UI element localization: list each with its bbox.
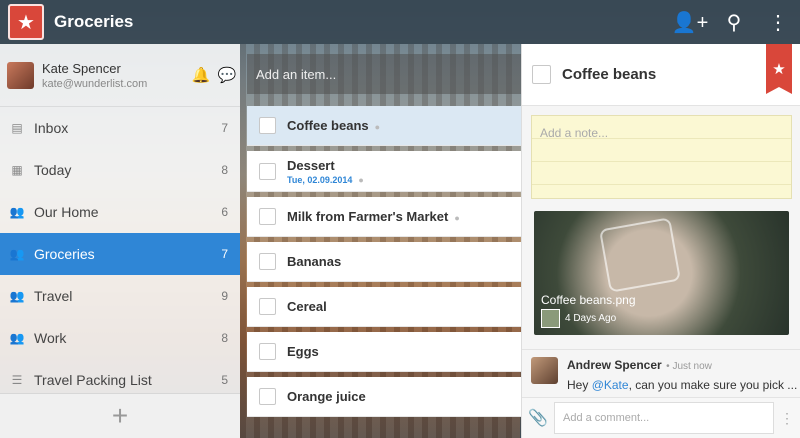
task-title: Coffee beans	[287, 118, 369, 133]
user-name: Kate Spencer	[42, 60, 121, 76]
mention-link[interactable]: @Kate	[592, 378, 629, 392]
bell-icon[interactable]: 🔔	[188, 66, 214, 84]
sidebar-item-travel[interactable]: 👥 Travel 9	[0, 275, 240, 317]
sidebar-item-today[interactable]: ▦ Today 8	[0, 149, 240, 191]
task-checkbox[interactable]	[259, 117, 276, 134]
comment-body: Hey @Kate, can you make sure you pick ..…	[567, 378, 797, 392]
comment-text-prefix: Hey	[567, 378, 592, 392]
sidebar: Kate Spencer kate@wunderlist.com 🔔 💬 ▤ In…	[0, 44, 240, 438]
task-row[interactable]: Cereal	[247, 287, 522, 327]
sidebar-item-label: Our Home	[34, 204, 99, 220]
detail-pane: Coffee beans ★ Add a note... Coffee bean…	[521, 44, 800, 438]
detail-checkbox[interactable]	[532, 65, 551, 84]
task-row[interactable]: Eggs	[247, 332, 522, 372]
inbox-icon: ▤	[11, 121, 23, 135]
add-person-icon[interactable]: 👤+	[668, 10, 712, 35]
user-panel[interactable]: Kate Spencer kate@wunderlist.com 🔔 💬	[0, 44, 240, 107]
comment-input[interactable]	[554, 402, 774, 434]
top-bar: ★ Groceries 👤+ ⚲ ⋮	[0, 0, 800, 44]
shared-list-icon: 👥	[9, 289, 25, 303]
file-time: 4 Days Ago	[565, 313, 617, 324]
task-row[interactable]: Milk from Farmer's Market ●	[247, 197, 522, 237]
avatar	[7, 61, 34, 89]
sidebar-item-count: 8	[221, 331, 228, 345]
note-icon: ●	[454, 213, 460, 223]
sidebar-item-count: 7	[221, 247, 228, 261]
more-vertical-icon[interactable]: ⋮	[756, 10, 800, 35]
task-title: Eggs	[287, 344, 319, 359]
note-field[interactable]: Add a note...	[531, 115, 792, 199]
detail-title[interactable]: Coffee beans	[562, 66, 656, 83]
comment-bar: 📎 ⋮	[522, 397, 800, 438]
task-checkbox[interactable]	[259, 298, 276, 315]
detail-header: Coffee beans ★	[522, 44, 800, 106]
shared-list-icon: 👥	[9, 247, 25, 261]
task-checkbox[interactable]	[259, 208, 276, 225]
comment-item: Andrew Spencer • Just now Hey @Kate, can…	[522, 349, 800, 394]
sidebar-item-count: 9	[221, 289, 228, 303]
chat-bubble-icon[interactable]: 💬	[214, 66, 240, 84]
note-icon: ●	[358, 174, 364, 185]
sidebar-item-count: 7	[221, 121, 228, 135]
star-icon[interactable]: ★	[8, 4, 44, 40]
sidebar-item-label: Groceries	[34, 246, 95, 262]
comment-text-rest: , can you make sure you pick ...	[628, 378, 798, 392]
task-checkbox[interactable]	[259, 162, 276, 180]
task-due-date: Tue, 02.09.2014	[287, 174, 353, 185]
add-list-button[interactable]: +	[0, 393, 240, 438]
task-checkbox[interactable]	[259, 253, 276, 270]
comment-time: Just now	[672, 361, 712, 372]
file-preview-image	[598, 217, 682, 293]
add-item-input[interactable]	[247, 54, 522, 94]
page-title: Groceries	[54, 12, 134, 31]
user-email: kate@wunderlist.com	[42, 77, 148, 90]
sidebar-item-label: Travel	[34, 288, 73, 304]
task-title: Dessert	[287, 157, 335, 173]
avatar	[541, 309, 560, 328]
sidebar-item-label: Travel Packing List	[34, 372, 152, 388]
sidebar-item-label: Work	[34, 330, 67, 346]
sidebar-item-groceries[interactable]: 👥 Groceries 7	[0, 233, 240, 275]
star-icon[interactable]: ★	[766, 44, 792, 94]
task-title: Bananas	[287, 254, 342, 269]
task-checkbox[interactable]	[259, 388, 276, 405]
sidebar-item-label: Today	[34, 162, 72, 178]
paperclip-icon[interactable]: 📎	[522, 408, 554, 428]
task-row[interactable]: Dessert Tue, 02.09.2014 ●	[247, 151, 522, 192]
more-vertical-icon[interactable]: ⋮	[774, 410, 800, 427]
sidebar-item-count: 6	[221, 205, 228, 219]
sidebar-item-work[interactable]: 👥 Work 8	[0, 317, 240, 359]
note-icon: ●	[374, 122, 381, 132]
calendar-icon: ▦	[11, 163, 23, 177]
task-title: Cereal	[287, 299, 327, 314]
shared-list-icon: 👥	[9, 331, 25, 345]
file-attachment[interactable]: Coffee beans.png 4 Days Ago	[534, 211, 789, 335]
task-row[interactable]: Coffee beans ●	[247, 106, 522, 146]
shared-list-icon: 👥	[9, 205, 25, 219]
search-icon[interactable]: ⚲	[712, 10, 756, 35]
sidebar-item-count: 8	[221, 163, 228, 177]
task-title: Milk from Farmer's Market	[287, 209, 449, 224]
sidebar-item-count: 5	[221, 373, 228, 387]
sidebar-item-our-home[interactable]: 👥 Our Home 6	[0, 191, 240, 233]
task-row[interactable]: Bananas	[247, 242, 522, 282]
comment-author: Andrew Spencer	[567, 358, 662, 372]
sidebar-item-inbox[interactable]: ▤ Inbox 7	[0, 107, 240, 149]
task-list: Coffee beans ● Dessert Tue, 02.09.2014 ● Milk…	[247, 106, 522, 422]
sidebar-item-label: Inbox	[34, 120, 69, 136]
file-name: Coffee beans.png	[541, 293, 636, 307]
avatar	[531, 357, 558, 384]
list-navigation: ▤ Inbox 7 ▦ Today 8 👥 Our Home 6 👥 Groceries 7 👥 Trav…	[0, 107, 240, 401]
task-checkbox[interactable]	[259, 343, 276, 360]
task-row[interactable]: Orange juice	[247, 377, 522, 417]
task-title: Orange juice	[287, 389, 366, 404]
list-icon: ☰	[11, 373, 23, 387]
